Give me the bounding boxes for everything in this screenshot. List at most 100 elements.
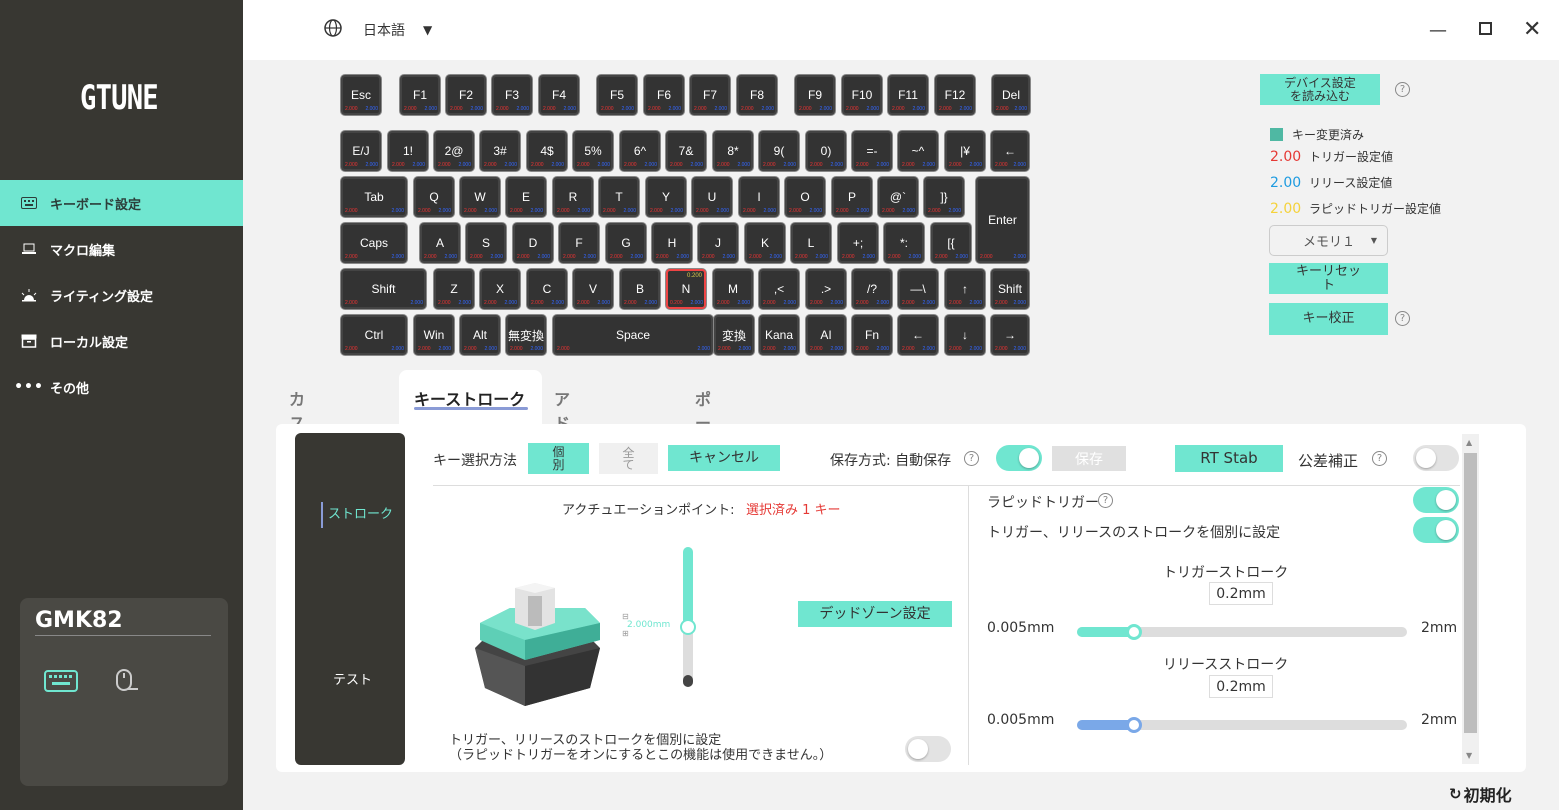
key[interactable]: V 2.000 2.000 [573,269,613,309]
subnav-stroke[interactable]: ストローク [321,502,393,528]
key[interactable]: Caps 2.000 2.000 [341,223,407,263]
key[interactable]: Shift 2.000 2.000 [341,269,426,309]
key[interactable]: Ctrl 2.000 2.000 [341,315,407,355]
help-icon[interactable]: ? [1395,311,1410,326]
close-icon[interactable]: ✕ [1523,17,1541,42]
key[interactable]: R 2.000 2.000 [553,177,593,217]
key[interactable]: ← 2.000 2.000 [991,131,1029,171]
key[interactable]: B 2.000 2.000 [620,269,660,309]
key[interactable]: J 2.000 2.000 [698,223,738,263]
key[interactable]: N 0.200 2.000 0.200 [666,269,706,309]
key[interactable]: 1! 2.000 2.000 [388,131,428,171]
key-calibration-button[interactable]: キー校正 [1269,303,1388,335]
decrease-icon[interactable]: ⊟ [622,612,629,621]
key[interactable]: F11 2.000 2.000 [888,75,928,115]
key[interactable]: —\ 2.000 2.000 [898,269,938,309]
key[interactable]: F2 2.000 2.000 [446,75,486,115]
sidebar-item-macro[interactable]: マクロ編集 [0,226,243,272]
key[interactable]: W 2.000 2.000 [460,177,500,217]
sidebar-item-keyboard[interactable]: キーボード設定 [0,180,243,226]
key[interactable]: F8 2.000 2.000 [737,75,777,115]
deadzone-button[interactable]: デッドゾーン設定 [798,601,952,627]
key[interactable]: D 2.000 2.000 [513,223,553,263]
key[interactable]: F3 2.000 2.000 [492,75,532,115]
key[interactable]: 6^ 2.000 2.000 [620,131,660,171]
key[interactable]: Tab 2.000 2.000 [341,177,407,217]
key[interactable]: =- 2.000 2.000 [852,131,892,171]
minimize-icon[interactable]: — [1429,20,1447,41]
keyboard-device-icon[interactable] [44,670,78,696]
key[interactable]: S 2.000 2.000 [466,223,506,263]
mouse-device-icon[interactable] [114,668,140,698]
separate-stroke-toggle[interactable] [905,736,951,762]
key[interactable]: ← 2.000 2.000 [898,315,938,355]
key[interactable]: Del 2.000 2.000 [992,75,1030,115]
sidebar-item-other[interactable]: ••• その他 [0,364,243,410]
key[interactable]: 7& 2.000 2.000 [666,131,706,171]
key[interactable]: I 2.000 2.000 [739,177,779,217]
cancel-button[interactable]: キャンセル [668,445,780,471]
key[interactable]: ↓ 2.000 2.000 [945,315,985,355]
help-icon[interactable]: ? [964,451,979,466]
key[interactable]: M 2.000 2.000 [713,269,753,309]
key[interactable]: Z 2.000 2.000 [434,269,474,309]
key[interactable]: 8* 2.000 2.000 [713,131,753,171]
key[interactable]: Enter 2.000 2.000 [976,177,1029,263]
key[interactable]: 3# 2.000 2.000 [480,131,520,171]
key[interactable]: H 2.000 2.000 [652,223,692,263]
key[interactable]: T 2.000 2.000 [599,177,639,217]
reset-all-button[interactable]: ↻ 初期化 [1449,782,1512,806]
rt-stab-button[interactable]: RT Stab [1175,445,1283,472]
key[interactable]: Space 2.000 2.000 [553,315,713,355]
load-device-settings-button[interactable]: デバイス設定 を読み込む [1260,74,1380,105]
key[interactable]: F12 2.000 2.000 [935,75,975,115]
trigger-stroke-slider[interactable] [1077,624,1407,640]
increase-icon[interactable]: ⊞ [622,629,629,638]
help-icon[interactable]: ? [1372,451,1387,466]
key[interactable]: 無変換 2.000 2.000 [506,315,546,355]
key[interactable]: +; 2.000 2.000 [838,223,878,263]
scroll-down-icon[interactable]: ▼ [1466,751,1472,760]
key[interactable]: ~^ 2.000 2.000 [898,131,938,171]
key[interactable]: A 2.000 2.000 [420,223,460,263]
key[interactable]: P 2.000 2.000 [832,177,872,217]
key[interactable]: @` 2.000 2.000 [878,177,918,217]
rapid-trigger-toggle[interactable] [1413,487,1459,513]
actuation-slider-thumb[interactable] [680,619,696,635]
key[interactable]: U 2.000 2.000 [692,177,732,217]
trigger-slider-thumb[interactable] [1126,624,1142,640]
actuation-slider[interactable] [680,547,696,687]
maximize-icon[interactable] [1479,22,1492,35]
key[interactable]: Kana 2.000 2.000 [759,315,799,355]
key[interactable]: [{2.000 2.000 [931,223,971,263]
scrollbar[interactable]: ▲ ▼ [1462,434,1479,764]
key[interactable]: F5 2.000 2.000 [597,75,637,115]
key[interactable]: E 2.000 2.000 [506,177,546,217]
sidebar-item-local[interactable]: ローカル設定 [0,318,243,364]
help-icon[interactable]: ? [1098,493,1113,508]
key-reset-button[interactable]: キーリセッ ト [1269,263,1388,294]
key[interactable]: F 2.000 2.000 [559,223,599,263]
key[interactable]: C 2.000 2.000 [527,269,567,309]
key[interactable]: F10 2.000 2.000 [842,75,882,115]
key[interactable]: O 2.000 2.000 [785,177,825,217]
key[interactable]: Y 2.000 2.000 [646,177,686,217]
save-button[interactable]: 保存 [1052,446,1126,471]
key[interactable]: Fn 2.000 2.000 [852,315,892,355]
key[interactable]: ]} 2.000 2.000 [924,177,964,217]
key[interactable]: 9(2.000 2.000 [759,131,799,171]
help-icon[interactable]: ? [1395,82,1410,97]
scrollbar-thumb[interactable] [1464,453,1477,733]
key[interactable]: → 2.000 2.000 [991,315,1029,355]
key[interactable]: Esc 2.000 2.000 [341,75,381,115]
sidebar-item-lighting[interactable]: ライティング設定 [0,272,243,318]
key[interactable]: /? 2.000 2.000 [852,269,892,309]
key[interactable]: 2@ 2.000 2.000 [434,131,474,171]
scroll-up-icon[interactable]: ▲ [1466,438,1472,447]
release-slider-thumb[interactable] [1126,717,1142,733]
release-stroke-value[interactable]: 0.2mm [1209,675,1273,698]
key[interactable]: ,< 2.000 2.000 [759,269,799,309]
tab-keystroke[interactable]: キーストローク [399,370,542,430]
individual-button[interactable]: 個 別 [528,443,589,474]
release-stroke-slider[interactable] [1077,717,1407,733]
